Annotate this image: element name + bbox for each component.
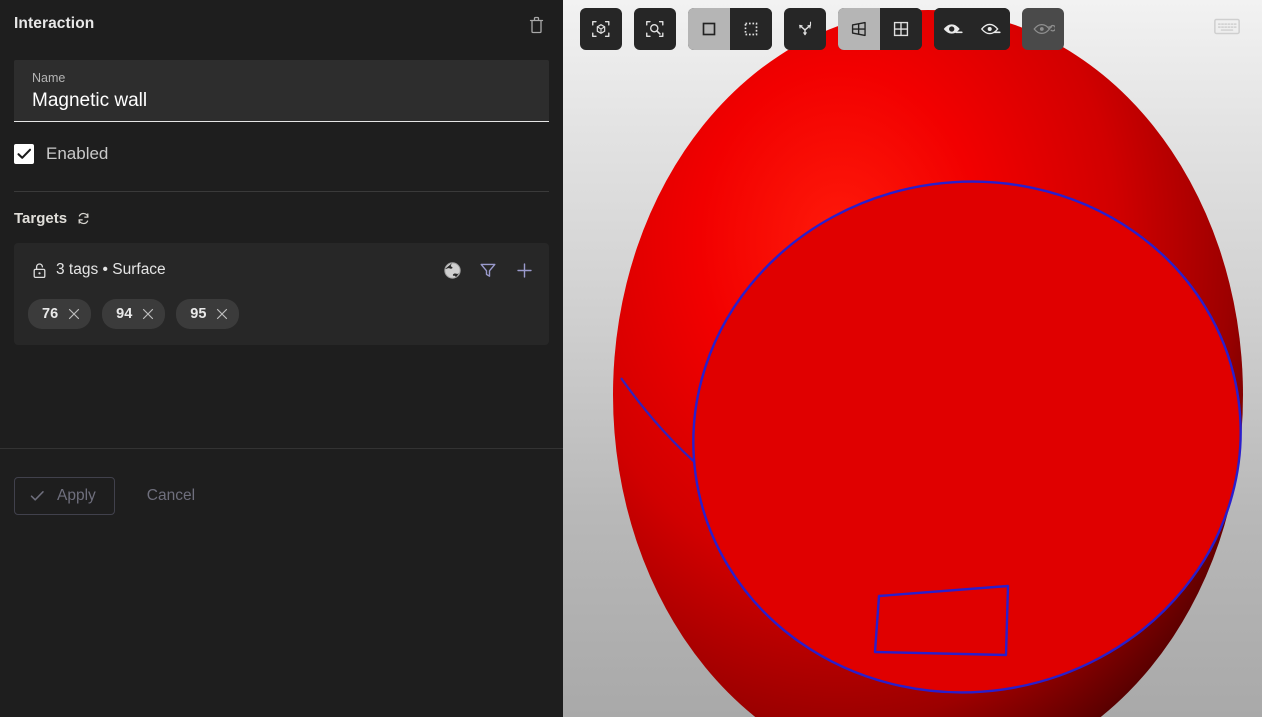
- 3d-scene[interactable]: [563, 0, 1262, 717]
- apply-button[interactable]: Apply: [14, 477, 115, 515]
- trash-icon[interactable]: [523, 11, 549, 37]
- keyboard-icon[interactable]: [1212, 13, 1242, 39]
- tag-label: 76: [42, 306, 59, 322]
- tool-group-reset-visibility: [1022, 8, 1064, 50]
- name-field[interactable]: Name Magnetic wall: [14, 60, 549, 122]
- tool-group-view-layout: [838, 8, 922, 50]
- enabled-checkbox[interactable]: [14, 144, 34, 164]
- tool-group-selection-mode: [688, 8, 772, 50]
- apply-button-label: Apply: [57, 487, 96, 504]
- target-card-header: 3 tags • Surface: [28, 257, 535, 283]
- targets-header: Targets: [14, 209, 549, 227]
- grid-view-icon[interactable]: [880, 8, 922, 50]
- globe-icon[interactable]: [441, 259, 463, 281]
- plus-icon[interactable]: [513, 259, 535, 281]
- target-card: 3 tags • Surface 76 94 95: [14, 243, 549, 345]
- remove-tag-icon[interactable]: [141, 307, 155, 321]
- tag-item[interactable]: 94: [102, 299, 166, 329]
- tag-item[interactable]: 95: [176, 299, 240, 329]
- panel-body: Name Magnetic wall Enabled Targets 3 tag…: [0, 48, 563, 448]
- filter-icon[interactable]: [477, 259, 499, 281]
- axes-gizmo-icon[interactable]: [784, 8, 826, 50]
- target-actions: [441, 259, 535, 281]
- check-icon: [16, 148, 31, 159]
- select-box-icon[interactable]: [730, 8, 772, 50]
- tag-label: 94: [116, 306, 133, 322]
- tool-group-zoom: [634, 8, 676, 50]
- panel-footer: Apply Cancel: [0, 449, 563, 717]
- interaction-panel: Interaction Name Magnetic wall Enabled T…: [0, 0, 563, 717]
- show-geometry-icon[interactable]: [972, 8, 1010, 50]
- name-field-label: Name: [32, 71, 66, 85]
- reset-visibility-icon: [1022, 8, 1064, 50]
- page-title: Interaction: [14, 15, 95, 32]
- viewport-toolbar: [580, 8, 1064, 50]
- target-summary: 3 tags • Surface: [56, 261, 166, 278]
- tag-item[interactable]: 76: [28, 299, 92, 329]
- panel-header: Interaction: [0, 0, 563, 48]
- remove-tag-icon[interactable]: [67, 307, 81, 321]
- app-root: Interaction Name Magnetic wall Enabled T…: [0, 0, 1262, 717]
- select-solid-icon[interactable]: [688, 8, 730, 50]
- tool-group-frame: [580, 8, 622, 50]
- enabled-label: Enabled: [46, 144, 109, 163]
- cancel-button[interactable]: Cancel: [147, 477, 195, 515]
- 3d-viewport[interactable]: [563, 0, 1262, 717]
- tool-group-axes: [784, 8, 826, 50]
- remove-tag-icon[interactable]: [215, 307, 229, 321]
- hide-geometry-icon[interactable]: [934, 8, 972, 50]
- tool-group-visibility: [934, 8, 1010, 50]
- zoom-to-fit-icon[interactable]: [634, 8, 676, 50]
- check-icon: [29, 488, 45, 504]
- tag-label: 95: [190, 306, 207, 322]
- name-input[interactable]: Magnetic wall: [32, 88, 531, 114]
- targets-title: Targets: [14, 209, 68, 227]
- frame-selection-icon[interactable]: [580, 8, 622, 50]
- lock-open-icon[interactable]: [28, 259, 50, 281]
- enabled-checkbox-row[interactable]: Enabled: [14, 144, 108, 164]
- section-divider: [14, 191, 549, 192]
- perspective-view-icon[interactable]: [838, 8, 880, 50]
- refresh-icon[interactable]: [74, 209, 92, 227]
- tag-list: 76 94 95: [28, 299, 535, 329]
